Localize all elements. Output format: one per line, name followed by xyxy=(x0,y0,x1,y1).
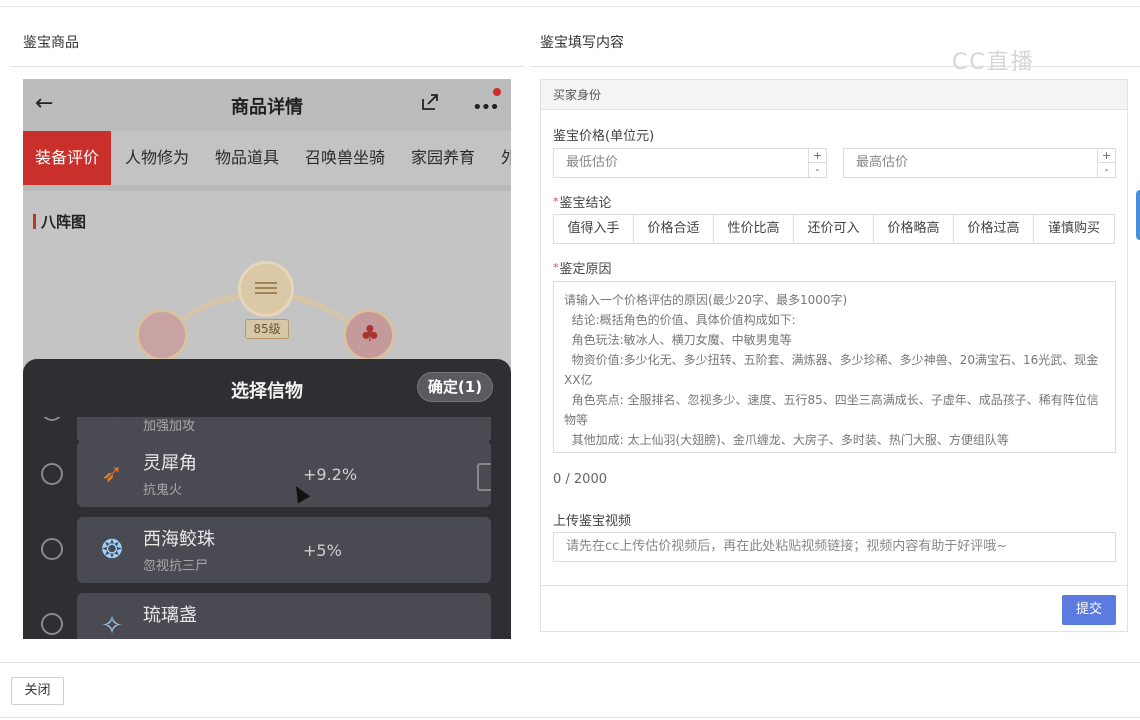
list-item[interactable]: ✦ 加强加攻 xyxy=(77,417,491,443)
tab-character[interactable]: 人物修为 xyxy=(125,131,189,185)
side-handle[interactable] xyxy=(1136,190,1140,240)
formation-left-node[interactable] xyxy=(136,309,188,361)
list-item[interactable]: ✧ 琉璃盏 xyxy=(77,593,491,639)
min-price-placeholder: 最低估价 xyxy=(566,155,619,170)
item-effect: 加强加攻 xyxy=(143,419,196,434)
option-slightly-high[interactable]: 价格略高 xyxy=(874,215,954,243)
token-icon: ✦ xyxy=(91,417,133,431)
required-mark: * xyxy=(553,195,559,208)
tab-home[interactable]: 家园养育 xyxy=(411,131,475,185)
video-placeholder: 请先在cc上传估价视频后，再在此处粘贴视频链接；视频内容有助于好评哦~ xyxy=(566,539,1008,554)
more-icon[interactable]: ••• xyxy=(472,97,500,118)
close-button[interactable]: 关闭 xyxy=(11,677,64,705)
formation-label-text: 八阵图 xyxy=(41,213,87,231)
item-edge xyxy=(477,463,491,491)
video-link-input[interactable]: 请先在cc上传估价视频后，再在此处粘贴视频链接；视频内容有助于好评哦~ xyxy=(553,532,1116,562)
token-list[interactable]: ✦ 加强加攻 ➶ 灵犀角 抗鬼火 +9.2% ❂ 西海鲛珠 忽视抗三尸 xyxy=(23,417,511,639)
reason-placeholder-line: 角色亮点: 全服排名、忽视多少、速度、五行85、四坐三高满成长、子虚年、成品孩子… xyxy=(564,393,1099,427)
menu-icon xyxy=(255,282,277,284)
reason-placeholder-line: 请输入一个价格评估的原因(最少20字、最多1000字) xyxy=(564,293,848,307)
price-label: 鉴宝价格(单位元) xyxy=(553,129,655,144)
option-too-high[interactable]: 价格过高 xyxy=(954,215,1034,243)
required-mark: * xyxy=(553,261,559,274)
buyer-identity-header: 买家身份 xyxy=(541,80,1127,110)
radio-item-1[interactable] xyxy=(41,463,63,485)
formation-section-label: 八阵图 xyxy=(33,211,86,232)
reason-placeholder-line: 其他加成: 太上仙羽(大翅膀)、金爪缠龙、大房子、多时装、热门大服、方便组队等 xyxy=(564,433,1009,447)
conclusion-label-text: 鉴宝结论 xyxy=(559,196,612,211)
max-price-placeholder: 最高估价 xyxy=(856,155,909,170)
lamp-icon: ✧ xyxy=(101,611,123,639)
pearl-icon: ❂ xyxy=(101,535,123,565)
list-item[interactable]: ➶ 灵犀角 抗鬼火 +9.2% xyxy=(77,441,491,507)
option-worth-buying[interactable]: 值得入手 xyxy=(554,215,634,243)
footer-divider xyxy=(0,662,1140,663)
option-fair-price[interactable]: 价格合适 xyxy=(634,215,714,243)
item-name: 西海鲛珠 xyxy=(143,529,215,550)
formation-right-node[interactable]: ♣ xyxy=(343,309,395,361)
conclusion-options: 值得入手 价格合适 性价比高 还价可入 价格略高 价格过高 谨慎购买 xyxy=(553,214,1115,244)
reason-placeholder-line: 物资价值:多少化无、多少扭转、五阶套、满炼器、多少珍稀、多少神兽、20满宝石、1… xyxy=(564,353,1099,387)
form-footer-divider xyxy=(541,585,1127,586)
option-bargain[interactable]: 还价可入 xyxy=(794,215,874,243)
reason-label: *鉴定原因 xyxy=(553,258,612,277)
confirm-button[interactable]: 确定(1) xyxy=(417,372,493,402)
option-good-value[interactable]: 性价比高 xyxy=(714,215,794,243)
submit-button[interactable]: 提交 xyxy=(1062,595,1116,625)
tab-summons[interactable]: 召唤兽坐骑 xyxy=(305,131,385,185)
level-badge: 85级 xyxy=(245,319,289,339)
right-divider xyxy=(530,66,1140,67)
option-cautious[interactable]: 谨慎购买 xyxy=(1034,215,1114,243)
phone-header: ← 商品详情 ••• xyxy=(23,79,511,131)
tab-equipment-review[interactable]: 装备评价 xyxy=(23,131,112,185)
gourd-icon: ♣ xyxy=(360,322,380,347)
appraisal-form: 买家身份 鉴宝价格(单位元) 最低估价 + - 最高估价 + - *鉴宝结论 值得入… xyxy=(540,79,1128,632)
conclusion-label: *鉴宝结论 xyxy=(553,192,612,211)
item-value: +5% xyxy=(303,541,342,560)
radio-item-3[interactable] xyxy=(41,613,63,635)
right-section-title: 鉴宝填写内容 xyxy=(540,35,624,51)
horn-icon: ➶ xyxy=(101,459,123,489)
item-effect: 抗鬼火 xyxy=(143,483,183,498)
reason-placeholder-line: 结论:概括角色的价值、具体价值构成如下: xyxy=(564,313,796,327)
share-icon[interactable] xyxy=(419,91,441,113)
formation-center-node[interactable] xyxy=(238,261,294,317)
reason-label-text: 鉴定原因 xyxy=(559,262,612,277)
left-divider xyxy=(10,66,524,67)
min-price-stepper[interactable]: + - xyxy=(808,149,826,177)
tab-overflow[interactable]: 外 xyxy=(501,131,511,185)
section-bar xyxy=(33,214,36,229)
max-price-stepper[interactable]: + - xyxy=(1097,149,1115,177)
item-effect: 忽视抗三尸 xyxy=(143,559,209,574)
max-price-input[interactable]: 最高估价 + - xyxy=(843,148,1116,178)
product-screenshot: ← 商品详情 ••• 装备评价 人物修为 物品道具 召唤兽坐骑 家园养育 外 八… xyxy=(23,79,511,639)
item-name: 琉璃盏 xyxy=(143,605,197,626)
watermark-logo: CC直播 xyxy=(952,50,1035,75)
item-name: 灵犀角 xyxy=(143,453,197,474)
item-value: +9.2% xyxy=(303,465,358,484)
top-border xyxy=(0,6,1140,7)
radio-item-2[interactable] xyxy=(41,538,63,560)
left-section-title: 鉴宝商品 xyxy=(23,35,79,51)
tab-items[interactable]: 物品道具 xyxy=(215,131,279,185)
phone-tabs: 装备评价 人物修为 物品道具 召唤兽坐骑 家园养育 外 xyxy=(23,131,511,185)
list-item[interactable]: ❂ 西海鲛珠 忽视抗三尸 +5% xyxy=(77,517,491,583)
video-label: 上传鉴宝视频 xyxy=(553,514,632,529)
notification-dot xyxy=(493,88,501,96)
char-counter: 0 / 2000 xyxy=(553,472,607,487)
select-token-sheet: 选择信物 确定(1) ✦ 加强加攻 ➶ 灵犀角 抗鬼火 +9.2% xyxy=(23,359,511,639)
min-price-input[interactable]: 最低估价 + - xyxy=(553,148,827,178)
bottom-border xyxy=(0,717,1140,718)
reason-textarea[interactable]: 请输入一个价格评估的原因(最少20字、最多1000字) 结论:概括角色的价值、具… xyxy=(553,281,1116,453)
reason-placeholder-line: 角色玩法:敏冰人、横刀女魔、中敏男鬼等 xyxy=(564,333,792,347)
radio-item-0[interactable] xyxy=(41,417,63,421)
appraisal-dialog: 鉴宝商品 鉴宝填写内容 CC直播 ← 商品详情 ••• 装备评价 人物修为 物品… xyxy=(0,0,1140,720)
